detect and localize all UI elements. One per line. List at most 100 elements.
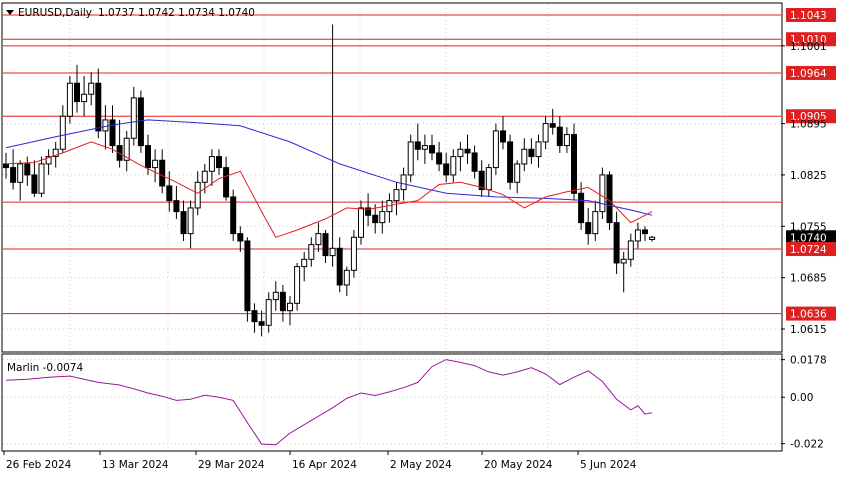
candle-body [457,148,464,158]
candle-body [38,163,45,194]
candle-body [336,247,343,286]
chart-window[interactable]: 1.1043 1.1010 1.1001 1.0964 1.0905 1.0895 1.08… [0,0,841,475]
candle-body [414,141,421,150]
candle-body [642,229,648,235]
time-tick-label: 26 Feb 2024 [6,459,72,471]
candle-body [343,269,350,286]
candle-body [251,310,258,323]
candle-body [649,236,656,240]
time-tick-label: 13 Mar 2024 [102,459,169,471]
indicator-axis: 0.0178 0.00 -0.022 [781,355,827,451]
candle-body [109,119,116,147]
indicator-label: Marlin -0.0074 [7,362,83,374]
candle [492,123,499,175]
time-tick-label: 16 Apr 2024 [292,459,357,471]
price-tick-label: 1.0636 [790,309,827,321]
candle-body [74,82,80,103]
candle-body [613,222,620,264]
candle [66,75,73,124]
price-axis: 1.10431.10101.10011.09641.09051.08951.08… [781,8,836,336]
time-tick-label: 20 May 2024 [484,459,553,471]
candle-body [542,123,549,143]
candle-body [301,258,308,268]
time-tick-label: 29 Mar 2024 [198,459,265,471]
candle-body [379,211,386,224]
candle-body [599,174,606,213]
candle [571,123,577,201]
candle-body [627,240,634,260]
candle-body [258,321,265,326]
candle-body [514,163,521,183]
candle-body [159,159,166,187]
candle-body [152,159,159,169]
indicator-tick-label: 0.00 [790,392,813,404]
candle-body [265,299,272,326]
candle-body [521,148,528,165]
price-tick-label: 1.1043 [790,10,827,22]
candle-body [634,229,641,242]
candle-body [17,163,24,183]
candle-body [492,130,499,169]
candle-body [578,192,585,224]
candle-body [31,174,38,194]
candle [407,134,414,183]
price-tick-label: 1.0825 [790,170,827,182]
candle-body [606,174,613,224]
candle [599,167,606,219]
candle-body [173,200,180,213]
candle [230,189,237,241]
candle-body [223,167,230,198]
candle-body [421,145,428,150]
candle-body [471,152,478,172]
candle-body [620,258,627,264]
candle-body [464,148,471,154]
candle-body [216,156,222,169]
candle [294,262,301,311]
candle-body [230,196,237,235]
candle-body [208,156,215,172]
candle-body [585,222,592,235]
candle-body [201,170,208,183]
candle-body [10,167,17,183]
candle [507,134,514,190]
candle-body [450,156,457,176]
indicator-tick-label: 0.0178 [790,355,827,367]
candle-body [528,148,535,158]
candle-body [24,163,31,176]
indicator-tick-label: -0.022 [790,439,824,451]
candle-body [315,233,322,246]
candle [350,229,357,278]
candle-body [549,123,556,128]
candle-body [350,236,357,271]
ohlc-readout: 1.0737 1.0742 1.0734 1.0740 [98,7,255,19]
price-tick-label: 1.0724 [790,244,827,256]
candle-body [329,247,336,257]
candle-body [436,152,443,165]
time-tick-label: 5 Jun 2024 [580,459,637,471]
candle-body [571,134,577,194]
candle-body [59,115,66,150]
candle-body [137,97,144,147]
candle-body [95,82,102,132]
candle-body [535,141,542,158]
time-axis: 26 Feb 2024 13 Mar 2024 29 Mar 2024 16 Apr … [3,451,637,471]
candle [137,90,144,153]
candle [244,237,251,322]
candle-body [187,207,194,235]
symbol-label: EURUSD,Daily [18,7,92,19]
candle-body [166,185,173,202]
price-chart[interactable]: 1.10431.10101.10011.09641.09051.08951.08… [0,0,841,475]
candle-body [507,141,514,183]
candle-body [237,233,244,242]
candle-body [308,244,315,260]
candle-body [194,181,201,209]
candle-body [294,266,301,304]
price-tick-label: 1.0685 [790,273,827,285]
candle-body [372,214,379,224]
candle-body [407,141,414,176]
price-tick-label: 1.0895 [790,119,827,131]
candle-body [485,167,492,191]
price-tick-label: 1.1001 [790,41,827,53]
candle-body [279,291,286,312]
candle-body [592,211,599,235]
